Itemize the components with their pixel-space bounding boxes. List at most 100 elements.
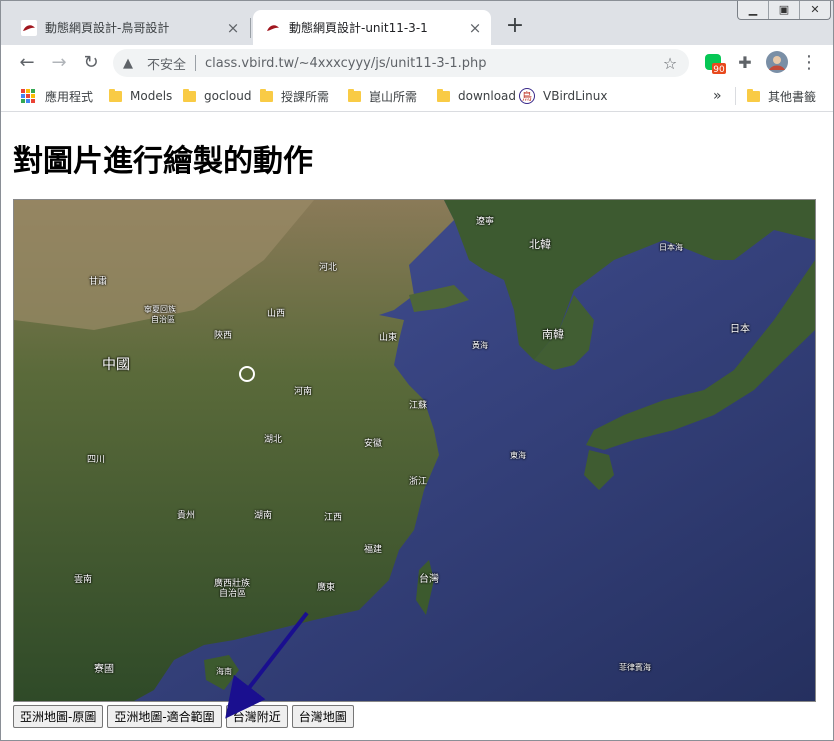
window-controls: ▁ ▣ ✕ <box>737 1 831 20</box>
divider <box>735 87 736 105</box>
bookmark-kunshan[interactable]: 崑山所需 <box>348 87 417 105</box>
map-label: 浙江 <box>409 477 428 487</box>
taiwan-map-button[interactable]: 台灣地圖 <box>291 705 354 728</box>
profile-avatar[interactable] <box>765 51 789 75</box>
map-label: 日本 <box>730 324 750 335</box>
minimize-icon[interactable]: ▁ <box>738 1 768 19</box>
line-extension-icon[interactable]: 90 <box>703 51 727 75</box>
map-label: 菲律賓海 <box>619 663 651 672</box>
puzzle-extensions-icon[interactable]: ✚ <box>733 51 757 75</box>
bookmark-label: 崑山所需 <box>369 89 418 104</box>
map-label: 海南 <box>216 667 232 676</box>
favicon-bird-icon <box>265 19 281 36</box>
map-label: 四川 <box>87 455 106 465</box>
browser-window: 動態網頁設計-鳥哥設計 × 動態網頁設計-unit11-3-1 × + ▁ ▣ … <box>0 0 834 741</box>
folder-icon <box>348 88 361 102</box>
folder-icon <box>260 88 273 102</box>
kebab-menu-icon[interactable]: ⋮ <box>797 51 821 75</box>
map-label: 南韓 <box>542 328 564 341</box>
map-button-row: 亞洲地圖-原圖 亞洲地圖-適合範圍 台灣附近 台灣地圖 <box>13 705 358 728</box>
map-label: 河北 <box>319 263 338 273</box>
map-label: 陝西 <box>214 331 233 341</box>
map-label: 湖北 <box>264 435 283 445</box>
asia-map-original-button[interactable]: 亞洲地圖-原圖 <box>13 705 104 728</box>
url-text[interactable]: class.vbird.tw/~4xxxcyyy/js/unit11-3-1.p… <box>205 56 659 71</box>
tab-title: 動態網頁設計-鳥哥設計 <box>45 21 170 35</box>
map-label: 江蘇 <box>409 401 428 411</box>
bookmark-gocloud[interactable]: gocloud <box>183 87 251 105</box>
bookmark-models[interactable]: Models <box>109 87 172 105</box>
tab-vbird-design[interactable]: 動態網頁設計-鳥哥設計 × <box>9 10 249 45</box>
map-label: 雲南 <box>74 575 93 585</box>
satellite-map-canvas[interactable]: 遼寧 北韓 日本海 日本 南韓 黃海 甘肅 寧夏回族 自治區 陝西 山西 河北 山東 中國 河南 江蘇 安徽 湖北… <box>13 199 816 702</box>
new-tab-plus-icon[interactable]: + <box>503 14 527 38</box>
folder-icon <box>747 88 760 102</box>
map-label: 自治區 <box>151 315 175 324</box>
map-label: 安徽 <box>364 439 383 449</box>
bookmark-vbirdlinux[interactable]: 鳥 VBirdLinux <box>519 87 607 105</box>
vbird-icon: 鳥 <box>519 88 535 104</box>
asia-map-fit-button[interactable]: 亞洲地圖-適合範圍 <box>107 705 222 728</box>
map-image <box>14 200 815 701</box>
folder-icon <box>183 88 196 102</box>
map-label: 湖南 <box>254 511 273 521</box>
bookmarks-overflow-icon[interactable]: » <box>713 87 722 105</box>
folder-icon <box>437 88 450 102</box>
page-content: 對圖片進行繪製的動作 遼寧 北韓 日本海 日本 南韓 黃海 甘肅 寧夏回族 自治… <box>1 112 833 740</box>
map-label: 中國 <box>102 357 130 373</box>
maximize-icon[interactable]: ▣ <box>768 1 799 19</box>
tab-title: 動態網頁設計-unit11-3-1 <box>289 21 428 35</box>
line-icon: 90 <box>705 54 726 75</box>
bookmark-star-icon[interactable]: ☆ <box>659 54 681 73</box>
security-label[interactable]: 不安全 <box>147 54 186 73</box>
back-arrow-icon[interactable]: ← <box>15 51 39 75</box>
map-label: 東海 <box>510 451 526 460</box>
bookmark-teaching[interactable]: 授課所需 <box>260 87 329 105</box>
avatar-icon <box>766 51 788 73</box>
bookmark-label: download <box>458 89 517 103</box>
map-label: 黃海 <box>472 341 488 350</box>
reload-icon[interactable]: ↻ <box>79 51 103 75</box>
tab-strip: 動態網頁設計-鳥哥設計 × 動態網頁設計-unit11-3-1 × + ▁ ▣ … <box>1 1 833 45</box>
tab-unit11-3-1[interactable]: 動態網頁設計-unit11-3-1 × <box>253 10 491 45</box>
map-pin-icon[interactable] <box>239 366 255 382</box>
warning-triangle-icon[interactable]: ▲ <box>123 56 139 71</box>
bookmark-label: 應用程式 <box>45 89 94 104</box>
map-label: 寮國 <box>94 664 114 675</box>
bookmark-label: VBirdLinux <box>543 89 608 103</box>
forward-arrow-icon[interactable]: → <box>47 51 71 75</box>
address-bar[interactable]: ▲ 不安全 class.vbird.tw/~4xxxcyyy/js/unit11… <box>113 49 689 77</box>
map-label: 日本海 <box>659 243 683 252</box>
map-label: 北韓 <box>529 238 551 251</box>
map-label: 山西 <box>267 309 286 319</box>
map-label: 遼寧 <box>476 217 495 227</box>
browser-toolbar: ← → ↻ ▲ 不安全 class.vbird.tw/~4xxxcyyy/js/… <box>1 45 833 81</box>
favicon-bird-icon <box>21 19 37 36</box>
map-label: 河南 <box>294 387 313 397</box>
bookmark-apps[interactable]: 應用程式 <box>21 87 93 105</box>
close-tab-icon[interactable]: × <box>467 19 483 37</box>
bookmark-label: gocloud <box>204 89 252 103</box>
map-label: 甘肅 <box>89 277 108 287</box>
extension-badge: 90 <box>713 65 725 75</box>
tab-separator <box>250 18 251 38</box>
apps-icon <box>21 89 35 103</box>
svg-text:鳥: 鳥 <box>522 90 532 103</box>
map-label: 台灣 <box>419 574 439 585</box>
map-label: 江西 <box>324 513 343 523</box>
close-window-icon[interactable]: ✕ <box>799 1 830 19</box>
bookmark-label: Models <box>130 89 173 103</box>
bookmark-download[interactable]: download <box>437 87 516 105</box>
bookmark-label: 授課所需 <box>281 89 330 104</box>
bookmark-other[interactable]: 其他書籤 <box>747 87 816 105</box>
page-title: 對圖片進行繪製的動作 <box>13 144 313 179</box>
taiwan-nearby-button[interactable]: 台灣附近 <box>225 705 288 728</box>
close-tab-icon[interactable]: × <box>225 19 241 37</box>
map-label: 山東 <box>379 333 398 343</box>
bookmarks-bar: 應用程式 Models gocloud 授課所需 崑山所需 download 鳥 <box>1 81 833 112</box>
map-label: 廣東 <box>317 583 336 593</box>
map-label: 福建 <box>364 545 383 555</box>
divider <box>195 55 197 71</box>
map-label: 貴州 <box>177 511 196 521</box>
folder-icon <box>109 88 122 102</box>
